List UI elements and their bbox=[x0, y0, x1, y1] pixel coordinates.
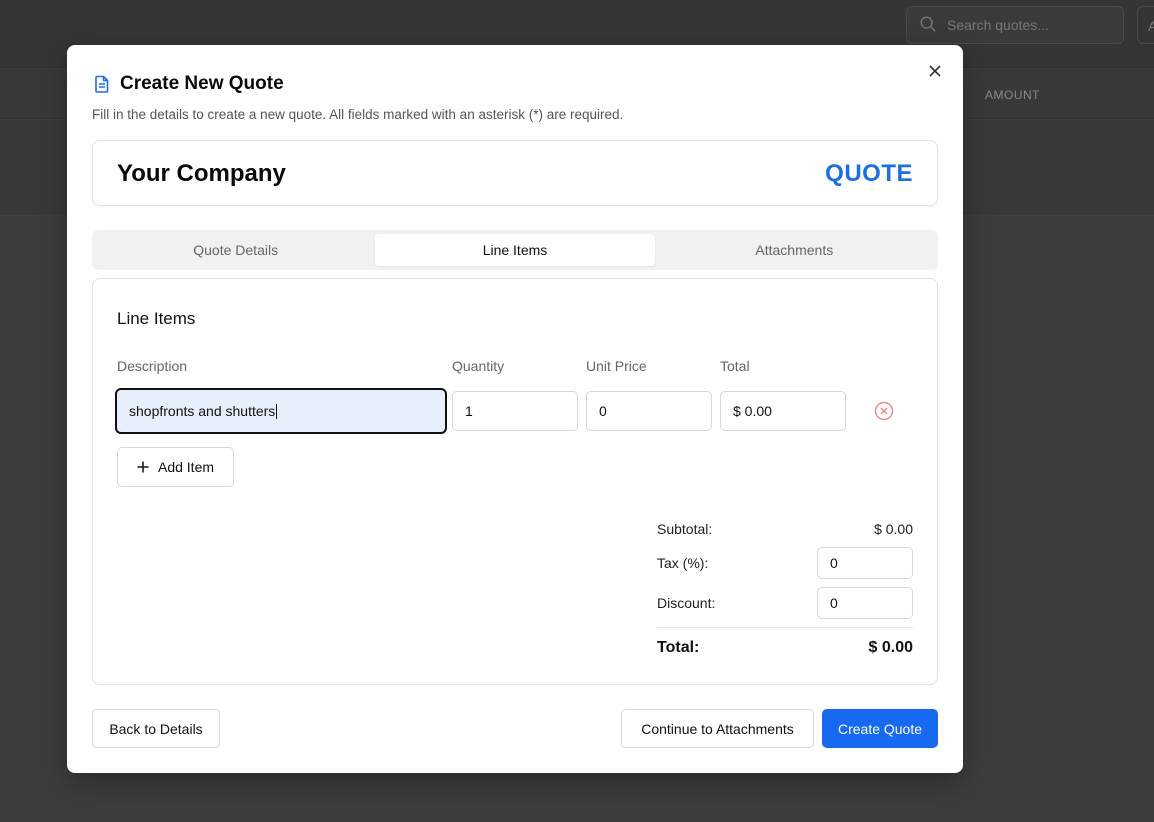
total-label: Total: bbox=[657, 639, 700, 656]
column-header-description: Description bbox=[117, 358, 188, 374]
remove-item-button[interactable] bbox=[873, 400, 895, 422]
dialog-title: Create New Quote bbox=[120, 73, 284, 94]
add-item-button[interactable]: Add Item bbox=[117, 447, 234, 487]
quote-preview-header: Your Company QUOTE bbox=[92, 140, 938, 206]
line-total-field: $ 0.00 bbox=[720, 391, 846, 431]
search-icon bbox=[919, 15, 937, 36]
description-value: shopfronts and shutters bbox=[129, 403, 276, 419]
add-item-label: Add Item bbox=[157, 459, 215, 475]
line-items-panel: Line Items Description Quantity Unit Pri… bbox=[92, 278, 938, 685]
column-header-quantity: Quantity bbox=[452, 358, 505, 374]
description-input[interactable]: shopfronts and shutters bbox=[115, 388, 447, 434]
background-search-input: Search quotes... bbox=[906, 6, 1124, 44]
background-header-button: A bbox=[1137, 6, 1154, 44]
dialog-header: Create New Quote bbox=[92, 73, 284, 95]
quantity-input[interactable]: 1 bbox=[452, 391, 578, 431]
total-value: $ 0.00 bbox=[868, 639, 913, 656]
unit-price-value: 0 bbox=[599, 403, 607, 419]
summary-divider bbox=[657, 627, 913, 628]
text-cursor bbox=[276, 403, 278, 419]
close-button[interactable] bbox=[925, 61, 945, 81]
panel-title: Line Items bbox=[117, 309, 196, 328]
line-total-value: $ 0.00 bbox=[733, 403, 772, 419]
tab-line-items[interactable]: Line Items bbox=[375, 234, 655, 266]
discount-input[interactable]: 0 bbox=[817, 587, 913, 619]
tab-quote-details[interactable]: Quote Details bbox=[96, 234, 375, 266]
tab-attachments[interactable]: Attachments bbox=[655, 234, 934, 266]
discount-value: 0 bbox=[830, 595, 838, 611]
document-icon bbox=[95, 75, 109, 93]
tax-label: Tax (%): bbox=[657, 555, 709, 571]
tax-input[interactable]: 0 bbox=[817, 547, 913, 579]
create-quote-dialog: Create New Quote Fill in the details to … bbox=[67, 45, 963, 773]
search-placeholder: Search quotes... bbox=[947, 17, 1049, 33]
discount-label: Discount: bbox=[657, 595, 716, 611]
continue-to-attachments-button[interactable]: Continue to Attachments bbox=[621, 709, 814, 748]
plus-icon bbox=[137, 461, 149, 473]
remove-circle-icon bbox=[874, 401, 894, 421]
column-header-amount: AMOUNT bbox=[985, 88, 1040, 102]
unit-price-input[interactable]: 0 bbox=[586, 391, 712, 431]
tab-list: Quote Details Line Items Attachments bbox=[92, 230, 938, 270]
document-type-label: QUOTE bbox=[825, 160, 913, 187]
column-header-total: Total bbox=[720, 358, 750, 374]
tax-value: 0 bbox=[830, 555, 838, 571]
subtotal-value: $ 0.00 bbox=[874, 521, 913, 537]
close-icon bbox=[929, 65, 941, 77]
subtotal-label: Subtotal: bbox=[657, 521, 713, 537]
company-name: Your Company bbox=[117, 160, 286, 187]
column-header-unit-price: Unit Price bbox=[586, 358, 647, 374]
dialog-description: Fill in the details to create a new quot… bbox=[92, 107, 624, 122]
create-quote-button[interactable]: Create Quote bbox=[822, 709, 938, 748]
quantity-value: 1 bbox=[465, 403, 473, 419]
back-to-details-button[interactable]: Back to Details bbox=[92, 709, 220, 748]
